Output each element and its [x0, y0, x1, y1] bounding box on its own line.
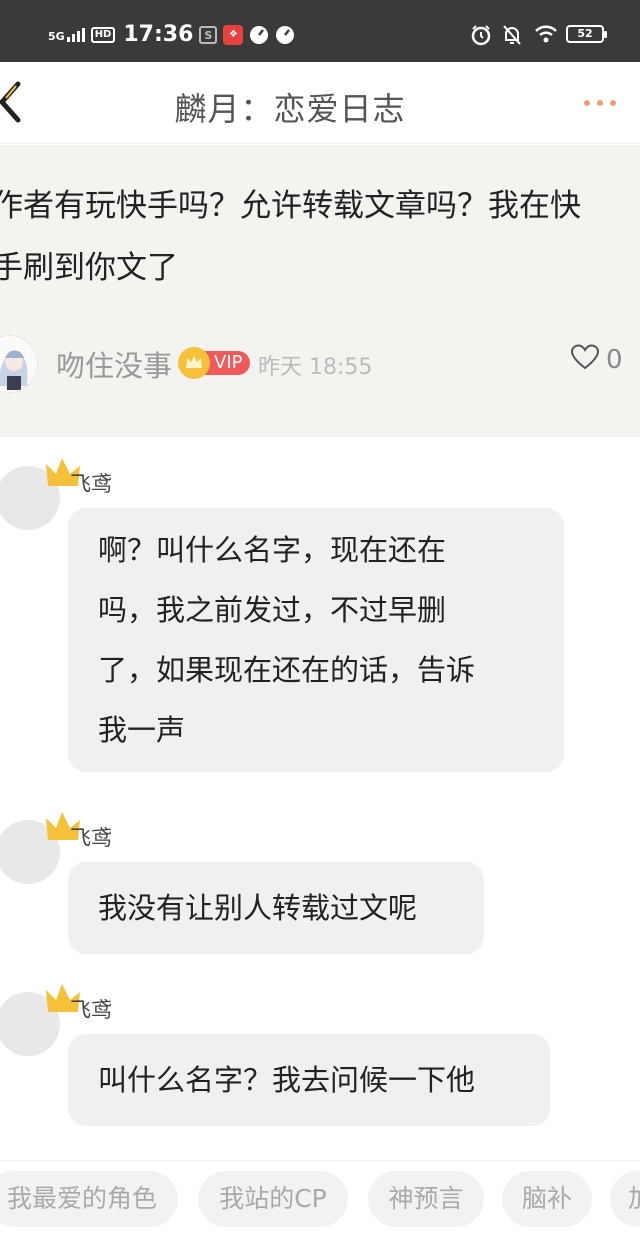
reply-text-line: 我一声	[98, 713, 186, 747]
alarm-icon	[470, 24, 491, 46]
tag-ship-cp[interactable]: 我站的CP	[198, 1171, 348, 1227]
reply-author[interactable]: 飞鸢	[70, 994, 112, 1024]
status-bar: 5G HD 17:36 S ❖ 52	[0, 0, 640, 62]
reply-text-line: 啊？叫什么名字，现在还在	[98, 533, 447, 567]
status-left: 5G HD 17:36 S ❖	[48, 22, 295, 47]
status-time: 17:36	[123, 22, 194, 47]
app-header: 麟月：恋爱日志	[0, 62, 640, 144]
speed-icon	[249, 25, 269, 45]
wifi-icon	[534, 24, 557, 44]
tag-bar: 我最爱的角色 我站的CP 神预言 脑补 加	[0, 1160, 640, 1240]
app-s-icon: S	[199, 25, 218, 44]
reply-bubble: 叫什么名字？我去问候一下他	[68, 1034, 550, 1126]
main-comment: 作者有玩快手吗？允许转载文章吗？我在快 手刷到你文了 吻住没事 VIP 昨天 1…	[0, 145, 640, 437]
speed-icon	[275, 25, 295, 45]
like-heart-icon[interactable]	[570, 343, 600, 371]
tag-favorite-character[interactable]: 我最爱的角色	[0, 1171, 178, 1227]
reply-bubble: 啊？叫什么名字，现在还在 吗，我之前发过，不过早删 了，如果现在还在的话，告诉 …	[68, 508, 564, 772]
reply-bubble: 我没有让别人转载过文呢	[68, 862, 484, 954]
tag-more[interactable]: 加	[610, 1171, 640, 1227]
page-title: 麟月：恋爱日志	[174, 90, 406, 128]
like-count: 0	[606, 345, 623, 375]
more-icon[interactable]	[584, 100, 616, 106]
avatar[interactable]	[0, 335, 38, 393]
author-name[interactable]: 吻住没事	[56, 343, 172, 385]
reply-author[interactable]: 飞鸢	[70, 468, 112, 498]
tag-imagination[interactable]: 脑补	[502, 1171, 592, 1227]
tag-prophecy[interactable]: 神预言	[368, 1171, 484, 1227]
vip-badge: VIP	[204, 351, 251, 375]
comment-author-row: 吻住没事 VIP 昨天 18:55 0	[0, 335, 640, 393]
crown-badge-icon	[178, 347, 210, 379]
reply-text-line: 吗，我之前发过，不过早删	[98, 593, 447, 627]
signal-icon: 5G	[48, 27, 85, 43]
comment-time: 昨天 18:55	[258, 355, 373, 380]
comment-text: 作者有玩快手吗？允许转载文章吗？我在快 手刷到你文了	[0, 175, 632, 299]
app-red-icon: ❖	[223, 24, 244, 45]
status-right: 52	[470, 24, 607, 46]
reply-text-line: 我没有让别人转载过文呢	[98, 891, 418, 925]
mute-icon	[502, 24, 522, 45]
reply-text-line: 叫什么名字？我去问候一下他	[98, 1063, 476, 1097]
network-type: 5G	[48, 29, 65, 43]
battery-icon: 52	[566, 25, 607, 43]
comment-text-line: 作者有玩快手吗？允许转载文章吗？我在快	[0, 188, 581, 224]
comment-text-line: 手刷到你文了	[0, 250, 178, 286]
reply-text-line: 了，如果现在还在的话，告诉	[98, 653, 476, 687]
hd-icon: HD	[90, 26, 116, 43]
reply-author[interactable]: 飞鸢	[70, 822, 112, 852]
